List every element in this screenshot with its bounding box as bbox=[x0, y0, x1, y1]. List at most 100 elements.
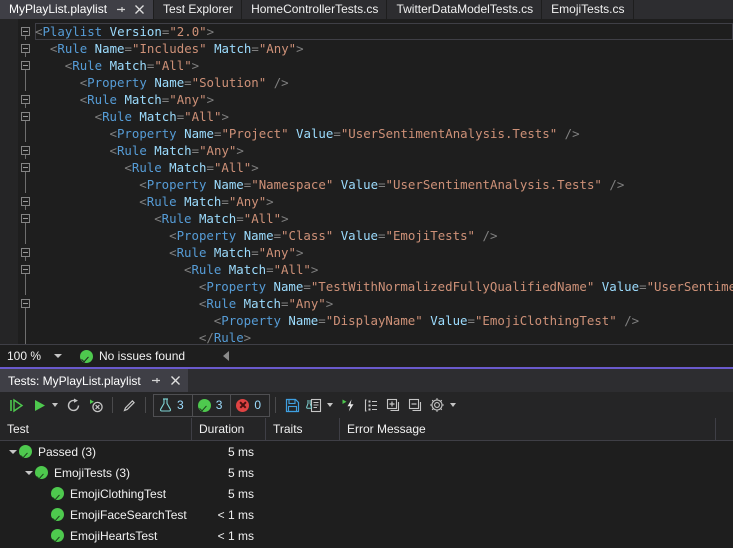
outline-glyph-row[interactable] bbox=[18, 91, 35, 108]
collapse-box-icon[interactable] bbox=[21, 95, 30, 104]
zoom-level-selector[interactable]: 100 % bbox=[0, 345, 68, 367]
table-row[interactable]: Passed (3) 5 ms bbox=[0, 441, 733, 462]
code-line[interactable]: <Rule Match="Any"> bbox=[35, 91, 733, 108]
code-token-punct: < bbox=[154, 211, 162, 226]
table-row[interactable]: EmojiClothingTest 5 ms bbox=[0, 483, 733, 504]
settings-button[interactable] bbox=[426, 394, 448, 416]
run-all-tests-button[interactable] bbox=[6, 394, 28, 416]
expand-toggle-icon[interactable] bbox=[6, 449, 19, 454]
code-line[interactable]: <Property Name="Class" Value="EmojiTests… bbox=[35, 227, 733, 244]
document-tab-0[interactable]: MyPlayList.playlist bbox=[0, 0, 155, 19]
outline-glyph-row[interactable] bbox=[18, 210, 35, 227]
outline-glyph-row[interactable] bbox=[18, 295, 35, 312]
code-editor[interactable]: <Playlist Version="2.0"> <Rule Name="Incl… bbox=[0, 19, 733, 344]
save-playlist-button[interactable] bbox=[281, 394, 303, 416]
code-line[interactable]: <Rule Name="Includes" Match="Any"> bbox=[35, 40, 733, 57]
expand-toggle-icon[interactable] bbox=[22, 470, 35, 475]
cancel-button[interactable] bbox=[85, 394, 107, 416]
table-row[interactable]: EmojiHeartsTest < 1 ms bbox=[0, 525, 733, 546]
collapse-box-icon[interactable] bbox=[21, 146, 30, 155]
code-line[interactable]: <Rule Match="Any"> bbox=[35, 295, 733, 312]
column-header-error[interactable]: Error Message bbox=[340, 418, 716, 440]
test-grid-body[interactable]: Passed (3) 5 ms EmojiTests (3) 5 ms EmojiClo… bbox=[0, 441, 733, 548]
issues-status[interactable]: No issues found bbox=[68, 349, 185, 363]
pass-icon bbox=[197, 398, 211, 412]
document-tab-3[interactable]: TwitterDataModelTests.cs bbox=[387, 0, 543, 19]
collapse-box-icon[interactable] bbox=[21, 44, 30, 53]
collapse-box-icon[interactable] bbox=[21, 197, 30, 206]
outline-connector bbox=[25, 125, 26, 142]
code-line[interactable]: <Rule Match="All"> bbox=[35, 159, 733, 176]
code-token-slash: /> bbox=[624, 313, 640, 328]
code-line[interactable]: <Rule Match="All"> bbox=[35, 57, 733, 74]
editor-outlining-margin[interactable] bbox=[18, 19, 35, 344]
close-icon[interactable] bbox=[170, 375, 181, 386]
pass-icon bbox=[51, 529, 64, 542]
code-line[interactable]: <Property Name="Namespace" Value="UserSe… bbox=[35, 176, 733, 193]
document-tab-4[interactable]: EmojiTests.cs bbox=[542, 0, 634, 19]
table-row[interactable]: EmojiFaceSearchTest < 1 ms bbox=[0, 504, 733, 525]
code-line[interactable]: <Rule Match="Any"> bbox=[35, 193, 733, 210]
pin-icon[interactable] bbox=[115, 4, 126, 15]
repeat-last-run-button[interactable] bbox=[63, 394, 85, 416]
outline-glyph-row bbox=[18, 125, 35, 142]
run-button[interactable] bbox=[28, 394, 50, 416]
outline-glyph-row[interactable] bbox=[18, 159, 35, 176]
settings-dropdown-button[interactable] bbox=[448, 394, 461, 416]
code-line[interactable]: <Rule Match="Any"> bbox=[35, 244, 733, 261]
outline-glyph-row[interactable] bbox=[18, 57, 35, 74]
collapse-box-icon[interactable] bbox=[21, 299, 30, 308]
test-explorer-tab[interactable]: Tests: MyPlayList.playlist bbox=[0, 369, 188, 392]
outline-glyph-row[interactable] bbox=[18, 244, 35, 261]
code-token-attr: Match bbox=[184, 194, 222, 209]
column-header-traits[interactable]: Traits bbox=[266, 418, 340, 440]
code-line[interactable]: <Property Name="DisplayName" Value="Emoj… bbox=[35, 312, 733, 329]
passed-tests-counter[interactable]: 3 bbox=[193, 394, 232, 416]
editor-text-area[interactable]: <Playlist Version="2.0"> <Rule Name="Incl… bbox=[35, 19, 733, 344]
table-row[interactable]: EmojiTests (3) 5 ms bbox=[0, 462, 733, 483]
code-line[interactable]: <Rule Match="Any"> bbox=[35, 142, 733, 159]
collapse-box-icon[interactable] bbox=[21, 112, 30, 121]
code-line[interactable]: <Property Name="TestWithNormalizedFullyQ… bbox=[35, 278, 733, 295]
code-token-eq: = bbox=[124, 41, 132, 56]
outline-glyph-row[interactable] bbox=[18, 261, 35, 278]
column-header-duration[interactable]: Duration bbox=[192, 418, 266, 440]
code-line[interactable]: <Rule Match="All"> bbox=[35, 108, 733, 125]
column-header-test[interactable]: Test bbox=[0, 418, 192, 440]
collapse-box-icon[interactable] bbox=[21, 248, 30, 257]
collapse-box-icon[interactable] bbox=[21, 163, 30, 172]
outline-glyph-row[interactable] bbox=[18, 108, 35, 125]
outline-glyph-row[interactable] bbox=[18, 40, 35, 57]
code-line[interactable]: <Rule Match="All"> bbox=[35, 261, 733, 278]
code-line[interactable]: <Property Name="Solution" /> bbox=[35, 74, 733, 91]
pin-icon[interactable] bbox=[150, 375, 161, 386]
collapse-box-icon[interactable] bbox=[21, 214, 30, 223]
triangle-down-icon bbox=[8, 449, 17, 454]
document-tab-1[interactable]: Test Explorer bbox=[154, 0, 243, 19]
edit-playlist-button[interactable] bbox=[118, 394, 140, 416]
code-token-tag: Playlist bbox=[42, 24, 103, 39]
document-tab-2[interactable]: HomeControllerTests.cs bbox=[242, 0, 388, 19]
collapse-box-icon[interactable] bbox=[21, 265, 30, 274]
playlist-dropdown-button[interactable] bbox=[325, 394, 338, 416]
group-by-button[interactable] bbox=[360, 394, 382, 416]
code-line[interactable]: <Playlist Version="2.0"> bbox=[35, 23, 733, 40]
code-token-eq: = bbox=[206, 160, 214, 175]
outline-glyph-row[interactable] bbox=[18, 193, 35, 210]
total-tests-counter[interactable]: 3 bbox=[154, 394, 193, 416]
run-dropdown-button[interactable] bbox=[50, 394, 63, 416]
collapse-all-button[interactable] bbox=[404, 394, 426, 416]
code-line[interactable]: <Rule Match="All"> bbox=[35, 210, 733, 227]
code-line[interactable]: <Property Name="Project" Value="UserSent… bbox=[35, 125, 733, 142]
close-icon[interactable] bbox=[134, 4, 145, 15]
collapse-box-icon[interactable] bbox=[21, 61, 30, 70]
collapse-box-icon[interactable] bbox=[21, 27, 30, 36]
expand-all-button[interactable] bbox=[382, 394, 404, 416]
outline-glyph-row[interactable] bbox=[18, 142, 35, 159]
create-playlist-button[interactable] bbox=[303, 394, 325, 416]
code-line[interactable]: </Rule> bbox=[35, 329, 733, 344]
outline-glyph-row[interactable] bbox=[18, 23, 35, 40]
triangle-left-icon[interactable] bbox=[223, 351, 230, 361]
run-settings-button[interactable] bbox=[338, 394, 360, 416]
failed-tests-counter[interactable]: 0 bbox=[231, 395, 269, 416]
